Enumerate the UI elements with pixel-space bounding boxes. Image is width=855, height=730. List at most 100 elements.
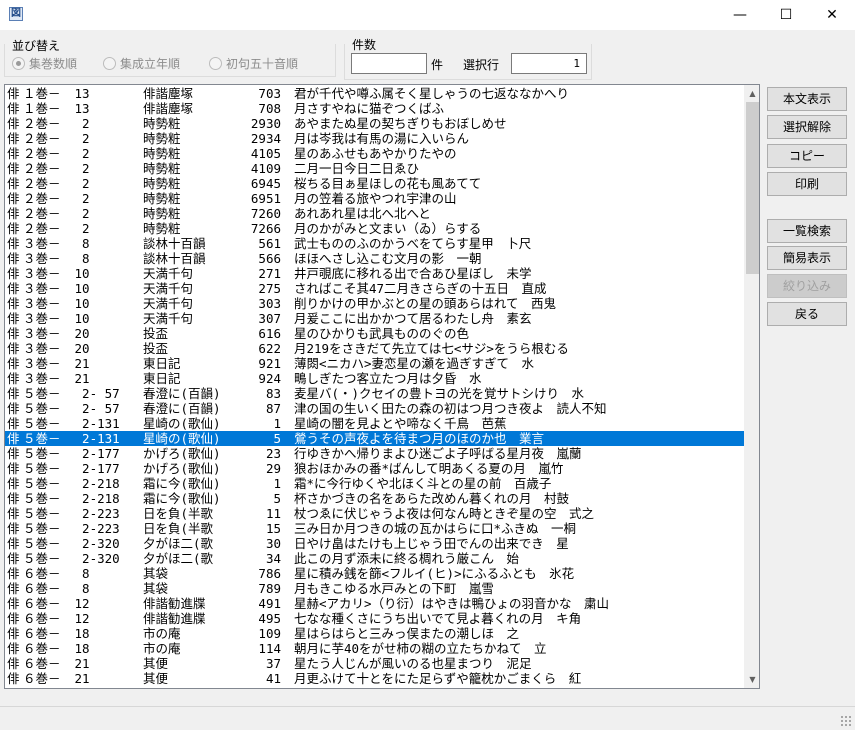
list-row[interactable]: 俳 ３巻－ 10 天満千句 275 さればこそ其47二月きさらぎの十五日 直成 xyxy=(5,281,744,296)
row-genre: 俳 xyxy=(7,641,20,656)
vertical-scrollbar[interactable]: ▲ ▼ xyxy=(744,85,759,688)
row-number: 275 xyxy=(258,281,281,296)
list-row[interactable]: 俳 ２巻－ 2 時勢粧 7266 月のかがみと文まい（ゐ）らする xyxy=(5,221,744,236)
minimize-button[interactable]: — xyxy=(717,0,763,30)
sort-radio-kana[interactable]: 初句五十音順 xyxy=(209,55,298,72)
row-subnumber: 2-177 xyxy=(67,446,120,461)
list-row[interactable]: 俳 ５巻－ 2-177 かげろ(歌仙) 29 狼おほかみの番*ばんして明あくる夏の月 嵐… xyxy=(5,461,744,476)
row-subnumber: 2- 57 xyxy=(67,386,120,401)
list-row[interactable]: 俳 ２巻－ 2 時勢粧 4109 二月一日今日二日ゑひ xyxy=(5,161,744,176)
list-row[interactable]: 俳 ３巻－ 10 天満千句 303 削りかけの甲かぶとの星の頭あらはれて 西鬼 xyxy=(5,296,744,311)
row-subnumber: 13 xyxy=(67,86,90,101)
row-volume: ５巻－ xyxy=(23,401,61,416)
row-volume: ３巻－ xyxy=(23,266,61,281)
list-row[interactable]: 俳 ６巻－ 21 其便 37 星たう人じんが風いのる也星まつり 泥足 xyxy=(5,656,744,671)
row-genre: 俳 xyxy=(7,386,20,401)
list-row[interactable]: 俳 ６巻－ 18 市の庵 114 朝月に芋40をがせ柿の糊の立たちかねて 立 xyxy=(5,641,744,656)
row-genre: 俳 xyxy=(7,281,20,296)
row-volume: ６巻－ xyxy=(23,641,61,656)
list-search-button[interactable]: 一覧検索 xyxy=(767,219,847,243)
row-title: 日を負(半歌 xyxy=(143,521,214,536)
back-button[interactable]: 戻る xyxy=(767,302,847,326)
list-row[interactable]: 俳 ３巻－ 10 天満千句 307 月爰ここに出かかつて居るわたし舟 素玄 xyxy=(5,311,744,326)
clear-selection-button[interactable]: 選択解除 xyxy=(767,115,847,139)
selected-row-field[interactable]: 1 xyxy=(511,53,587,74)
list-row[interactable]: 俳 ２巻－ 2 時勢粧 6951 月の笠着る旅やつれ宇津の山 xyxy=(5,191,744,206)
row-volume: ６巻－ xyxy=(23,671,61,686)
row-subnumber: 2-320 xyxy=(67,551,120,566)
row-verse: 日やけ畠はたけも上じゃう田でんの出来でき 星 xyxy=(294,536,569,551)
scrollbar-thumb[interactable] xyxy=(746,102,759,274)
simple-display-button[interactable]: 簡易表示 xyxy=(767,246,847,270)
list-row[interactable]: 俳 ３巻－ 21 東日記 924 鴫しぎたつ客立たつ月は夕昏 水 xyxy=(5,371,744,386)
row-subnumber: 12 xyxy=(67,596,90,611)
row-genre: 俳 xyxy=(7,221,20,236)
list-row[interactable]: 俳 ６巻－ 21 其便 41 月更ふけて十とをにた足らずや籠枕かごまくら 紅 xyxy=(5,671,744,686)
list-row[interactable]: 俳 ２巻－ 2 時勢粧 7260 あれあれ星は北へ北へと xyxy=(5,206,744,221)
list-row[interactable]: 俳 ５巻－ 2-320 夕がほ二(歌 30 日やけ畠はたけも上じゃう田でんの出来でき 星 xyxy=(5,536,744,551)
sort-radio-volume[interactable]: 集巻数順 xyxy=(12,55,77,72)
list-row[interactable]: 俳 ３巻－ 21 東日記 921 薄閦<ニカハ>妻恋星の瀬を過ぎすぎて 水 xyxy=(5,356,744,371)
list-row[interactable]: 俳 ６巻－ 18 市の庵 109 星はらはらと三みっ俣またの潮しほ 之 xyxy=(5,626,744,641)
row-subnumber: 8 xyxy=(67,566,90,581)
list-row[interactable]: 俳 ５巻－ 2-223 日を負(半歌 15 三み日か月つきの城の瓦かはらに口*ふきぬ 一… xyxy=(5,521,744,536)
list-row[interactable]: 俳 ２巻－ 2 時勢粧 2934 月は岑我は有馬の湯に入いらん xyxy=(5,131,744,146)
list-row[interactable]: 俳 ６巻－ 12 俳諧勧進牒 491 星赫<アカリ>（り衍）はやきは鴨ひょの羽音かな 粛… xyxy=(5,596,744,611)
row-number: 114 xyxy=(258,641,281,656)
list-row[interactable]: 俳 ５巻－ 2-218 霜に今(歌仙) 5 杯さかづきの名をあらた改めん暮くれの月 村鼓 xyxy=(5,491,744,506)
row-volume: ５巻－ xyxy=(23,491,61,506)
row-verse: あれあれ星は北へ北へと xyxy=(294,206,431,221)
row-title: 東日記 xyxy=(143,356,181,371)
list-row[interactable]: 俳 ３巻－ 10 天満千句 271 井戸覗底に移れる出で合あひ星ぼし 未学 xyxy=(5,266,744,281)
list-row[interactable]: 俳 ５巻－ 2-131 星崎の(歌仙) 5 鶯うその声夜よを待まつ月のほのか也 業言 xyxy=(5,431,744,446)
app-icon: 図 xyxy=(9,7,23,21)
maximize-button[interactable]: ☐ xyxy=(763,0,809,30)
list-row[interactable]: 俳 ３巻－ 8 談林十百韻 566 ほほへさし込こむ文月の影 一朝 xyxy=(5,251,744,266)
count-field[interactable] xyxy=(351,53,427,74)
show-text-button[interactable]: 本文表示 xyxy=(767,87,847,111)
print-button[interactable]: 印刷 xyxy=(767,172,847,196)
list-row[interactable]: 俳 ２巻－ 2 時勢粧 2930 あやまたぬ星の契ちぎりもおぼしめせ xyxy=(5,116,744,131)
list-row[interactable]: 俳 ２巻－ 2 時勢粧 6945 桜ちる目ぁ星ほしの花も風あてて xyxy=(5,176,744,191)
results-list[interactable]: 俳 １巻－ 13 俳諧塵塚 703 君が千代や噂ふ属そく星しゃうの七返ななかへり俳 １巻－… xyxy=(4,84,760,689)
copy-button[interactable]: コピー xyxy=(767,144,847,168)
row-genre: 俳 xyxy=(7,266,20,281)
row-subnumber: 21 xyxy=(67,371,90,386)
list-row[interactable]: 俳 ５巻－ 2-177 かげろ(歌仙) 23 行ゆきかへ帰りまよひ迷ごよ子呼ばる星月夜 … xyxy=(5,446,744,461)
sort-group-label: 並び替え xyxy=(12,39,61,53)
list-row[interactable]: 俳 ５巻－ 2- 57 春澄に(百韻) 83 麦星バ(・)クセイの豊トヨの光を覚サトシけ… xyxy=(5,386,744,401)
row-title: 天満千句 xyxy=(143,281,194,296)
list-row[interactable]: 俳 ５巻－ 2-320 夕がほ二(歌 34 此この月ず添未に終る椆れう厳こん 始 xyxy=(5,551,744,566)
list-row[interactable]: 俳 ５巻－ 2-131 星崎の(歌仙) 1 星崎の闇を見よとや啼なく千鳥 芭蕉 xyxy=(5,416,744,431)
list-row[interactable]: 俳 ５巻－ 2-223 日を負(半歌 11 杖つゑに伏じゃうよ夜は何なん時ときぞ星の空 … xyxy=(5,506,744,521)
list-row[interactable]: 俳 ３巻－ 8 談林十百韻 561 武士もののふのかうべをてらす星甲 卜尺 xyxy=(5,236,744,251)
row-genre: 俳 xyxy=(7,596,20,611)
row-subnumber: 2 xyxy=(67,146,90,161)
list-row[interactable]: 俳 １巻－ 13 俳諧塵塚 708 月さすやねに猫ぞつくばふ xyxy=(5,101,744,116)
list-row[interactable]: 俳 ５巻－ 2- 57 春澄に(百韻) 87 津の国の生いく田たの森の初はつ月つき夜よ … xyxy=(5,401,744,416)
scroll-down-icon[interactable]: ▼ xyxy=(744,671,759,688)
list-row[interactable]: 俳 ６巻－ 8 其袋 789 月もきこゆる水戸みとの下町 嵐雪 xyxy=(5,581,744,596)
row-subnumber: 2-223 xyxy=(67,521,120,536)
row-genre: 俳 xyxy=(7,131,20,146)
scroll-up-icon[interactable]: ▲ xyxy=(744,85,759,102)
narrow-button[interactable]: 絞り込み xyxy=(767,274,847,298)
row-number: 303 xyxy=(258,296,281,311)
row-genre: 俳 xyxy=(7,296,20,311)
list-row[interactable]: 俳 ３巻－ 20 投盃 622 月219をさきだて先立ては七<サジ>をうら根むる xyxy=(5,341,744,356)
list-row[interactable]: 俳 ６巻－ 12 俳諧勧進牒 495 七なな種くさにうち出いでて見よ暮くれの月 キ角 xyxy=(5,611,744,626)
row-volume: ３巻－ xyxy=(23,296,61,311)
row-title: かげろ(歌仙) xyxy=(143,446,221,461)
list-row[interactable]: 俳 １巻－ 13 俳諧塵塚 703 君が千代や噂ふ属そく星しゃうの七返ななかへり xyxy=(5,86,744,101)
row-number: 37 xyxy=(265,656,281,671)
list-row[interactable]: 俳 ５巻－ 2-218 霜に今(歌仙) 1 霜*に今行ゆくや北ほく斗との星の前 百歳子 xyxy=(5,476,744,491)
row-title: 東日記 xyxy=(143,371,181,386)
row-title: 其便 xyxy=(143,656,169,671)
list-row[interactable]: 俳 ２巻－ 2 時勢粧 4105 星のあふせもあやかりたやの xyxy=(5,146,744,161)
resize-grip-icon[interactable] xyxy=(840,715,852,727)
row-number: 4105 xyxy=(250,146,281,161)
close-button[interactable]: ✕ xyxy=(809,0,855,30)
list-row[interactable]: 俳 ３巻－ 20 投盃 616 星のひかりも武具もののぐの色 xyxy=(5,326,744,341)
list-row[interactable]: 俳 ６巻－ 8 其袋 786 星に積み銭を篩<フルイ(ヒ)>にふるふとも 氷花 xyxy=(5,566,744,581)
sort-radio-year[interactable]: 集成立年順 xyxy=(103,55,180,72)
